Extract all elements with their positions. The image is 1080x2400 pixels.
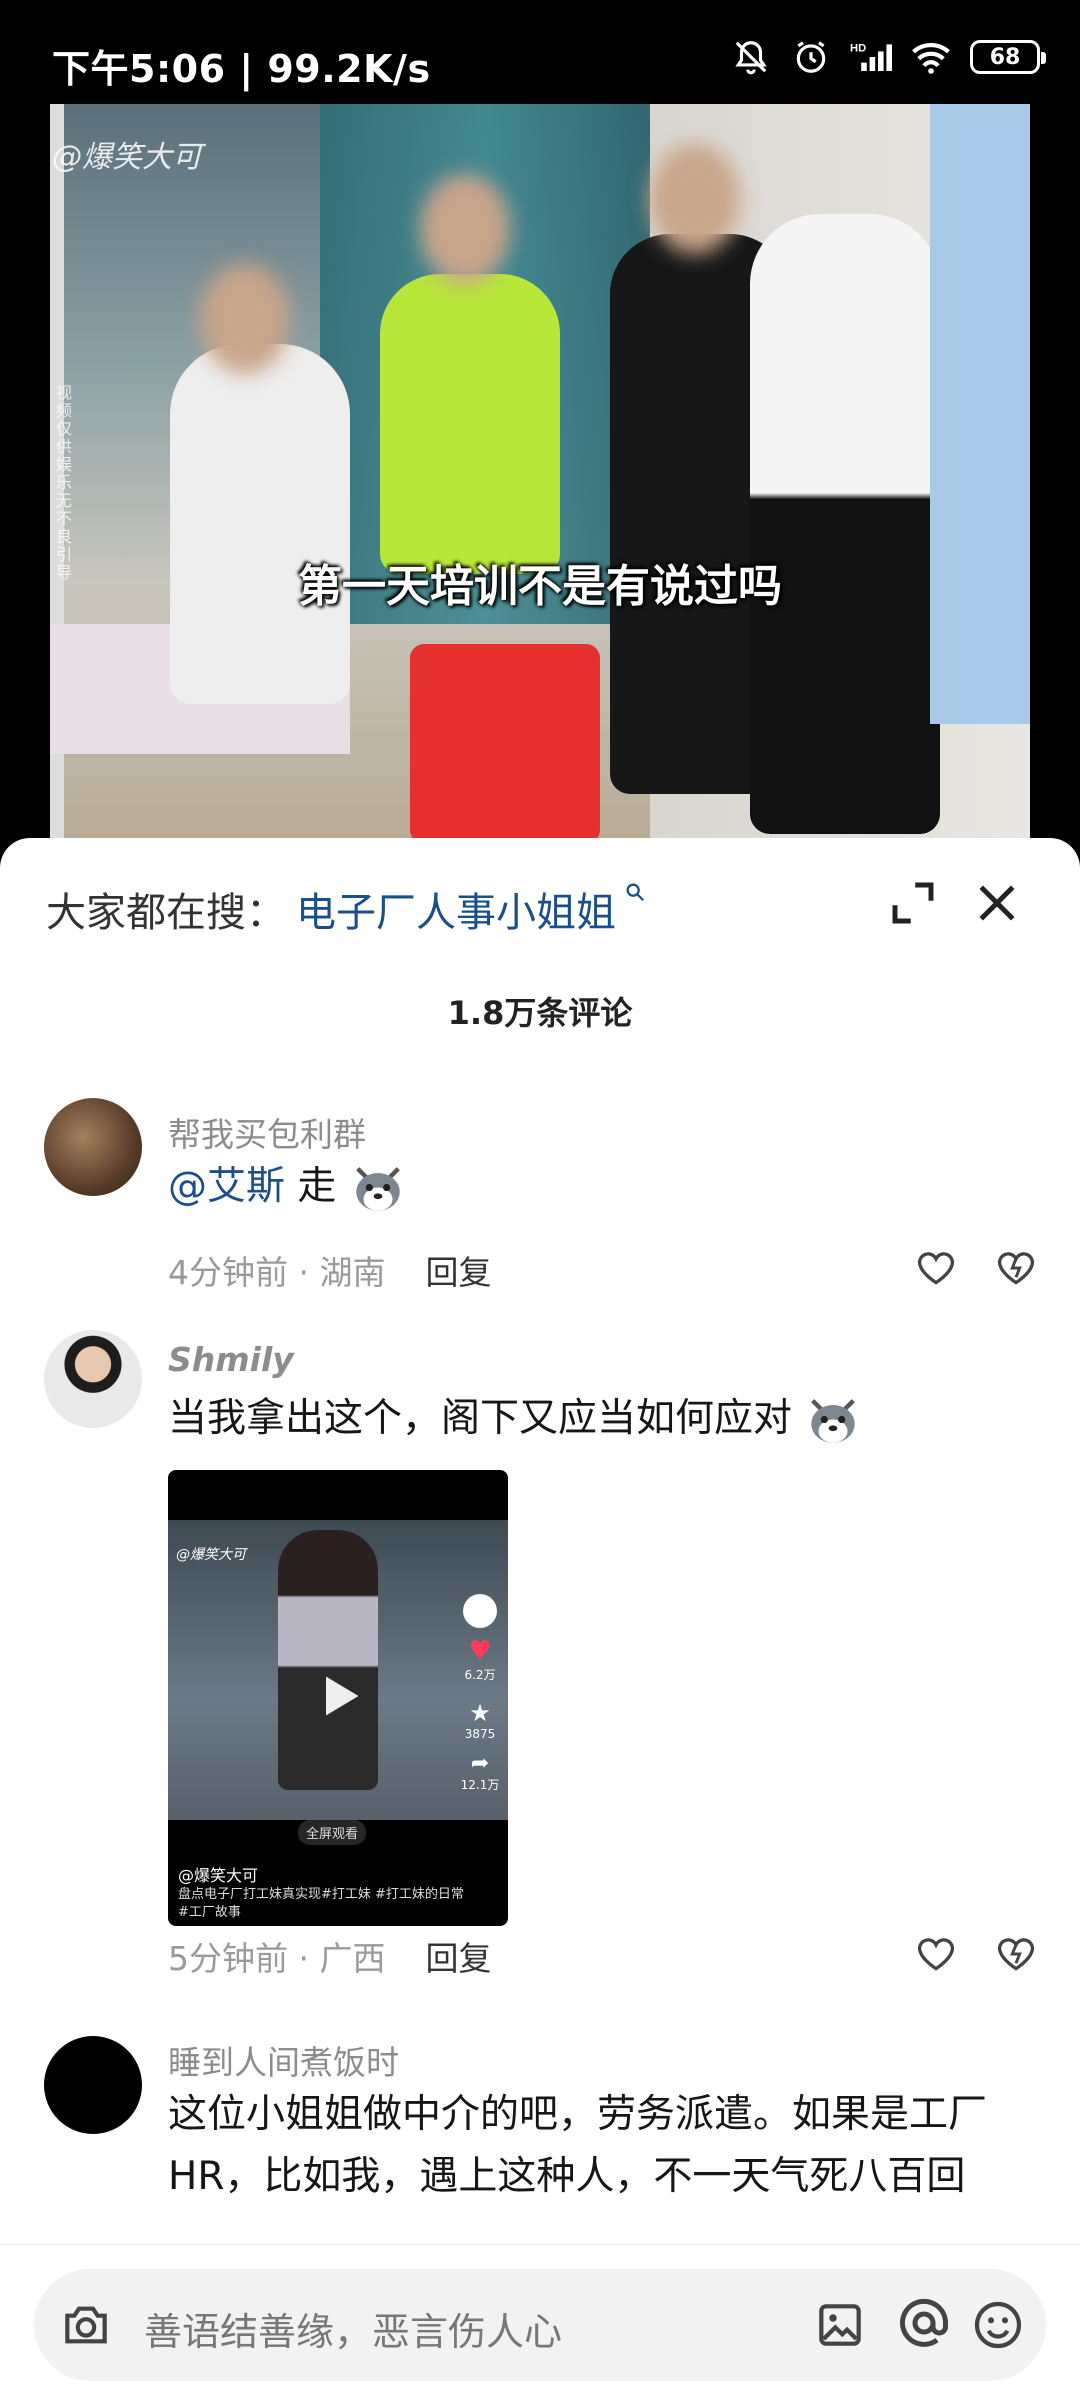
thumb-account: @爆笑大可: [178, 1866, 259, 1885]
husky-emoji-icon: [349, 1160, 407, 1218]
search-suggestion[interactable]: 大家都在搜： 电子厂人事小姐姐: [46, 880, 646, 938]
alarm-icon: [790, 36, 832, 78]
avatar[interactable]: [44, 1330, 142, 1428]
heart-icon: ♥: [468, 1636, 492, 1666]
comment-video-thumbnail[interactable]: @爆笑大可 ♥ 6.2万 ★ 3875 ➦ 12.1万 全屏观看 @爆笑大可 盘…: [168, 1470, 508, 1926]
reply-button[interactable]: 回复: [425, 1939, 491, 1978]
comment-text: 当我拿出这个，阁下又应当如何应对: [168, 1388, 1048, 1450]
comment-text: 这位小姐姐做中介的吧，劳务派遣。如果是工厂HR，比如我，遇上这种人，不一天气死八…: [168, 2092, 988, 2199]
comment-input-bar: 善语结善缘，恶言伤人心: [0, 2244, 1080, 2400]
emoji-icon[interactable]: [970, 2297, 1026, 2353]
video-subtitle: 第一天培训不是有说过吗: [298, 561, 782, 612]
mute-icon: [730, 36, 772, 78]
video-frame: @爆笑大可 视频仅供娱乐 无不良引导: [50, 104, 1030, 844]
thumb-watermark: @爆笑大可: [176, 1547, 246, 1563]
close-icon[interactable]: [970, 876, 1024, 930]
comment-username[interactable]: Shmily: [168, 1340, 294, 1379]
comment-meta: 5分钟前 · 广西 回复: [168, 1939, 492, 1978]
comment-meta: 4分钟前 · 湖南 回复: [168, 1253, 492, 1292]
thumb-description: 盘点电子厂打工妹真实现#打工妹 #打工妹的日常 #工厂故事: [178, 1887, 464, 1920]
like-icon[interactable]: [914, 1932, 960, 1978]
avatar[interactable]: [44, 2036, 142, 2134]
video-watermark: @爆笑大可: [52, 140, 202, 175]
signal-icon: HD: [850, 36, 892, 78]
play-icon[interactable]: [313, 1670, 365, 1722]
thumb-side-actions: ♥ 6.2万 ★ 3875 ➦ 12.1万: [458, 1590, 502, 1793]
status-bar: 下午5:06 | 99.2K/s HD 68: [0, 0, 1080, 104]
search-prefix: 大家都在搜：: [46, 890, 286, 936]
camera-icon[interactable]: [58, 2297, 114, 2353]
fullscreen-button[interactable]: 全屏观看: [298, 1820, 367, 1845]
mention-icon[interactable]: [894, 2293, 954, 2353]
search-keyword[interactable]: 电子厂人事小姐姐: [296, 890, 616, 936]
search-icon: [616, 880, 646, 910]
reply-button[interactable]: 回复: [425, 1253, 491, 1292]
comment-username[interactable]: 帮我买包利群: [168, 1108, 366, 1156]
expand-icon[interactable]: [886, 876, 940, 930]
like-icon[interactable]: [914, 1246, 960, 1292]
status-time: 下午5:06 | 99.2K/s: [52, 47, 431, 91]
svg-text:HD: HD: [850, 42, 866, 54]
share-icon: ➦: [470, 1751, 490, 1776]
comment-sheet: 大家都在搜： 电子厂人事小姐姐 1.8万条评论 帮我买包利群 @艾斯 走 4分钟前…: [0, 838, 1080, 2400]
image-icon[interactable]: [812, 2297, 868, 2353]
husky-emoji-icon: [804, 1392, 862, 1450]
avatar[interactable]: [44, 1098, 142, 1196]
dislike-icon[interactable]: [994, 1932, 1040, 1978]
comment-username[interactable]: 睡到人间煮饭时: [168, 2036, 399, 2084]
dislike-icon[interactable]: [994, 1246, 1040, 1292]
comment-text: @艾斯 走: [168, 1156, 1048, 1218]
star-icon: ★: [469, 1699, 491, 1727]
video-player[interactable]: @爆笑大可 视频仅供娱乐 无不良引导 第一天培训不是有说过吗: [0, 104, 1080, 844]
comment-input[interactable]: 善语结善缘，恶言伤人心: [144, 2301, 562, 2356]
avatar: [463, 1594, 497, 1628]
comment-count: 1.8万条评论: [447, 994, 633, 1032]
comment-input-container: 善语结善缘，恶言伤人心: [34, 2269, 1046, 2381]
wifi-icon: [910, 36, 952, 78]
battery-indicator: 68: [970, 40, 1046, 74]
status-icons: HD 68: [730, 36, 1046, 78]
comment-mention[interactable]: @艾斯: [168, 1164, 285, 1209]
